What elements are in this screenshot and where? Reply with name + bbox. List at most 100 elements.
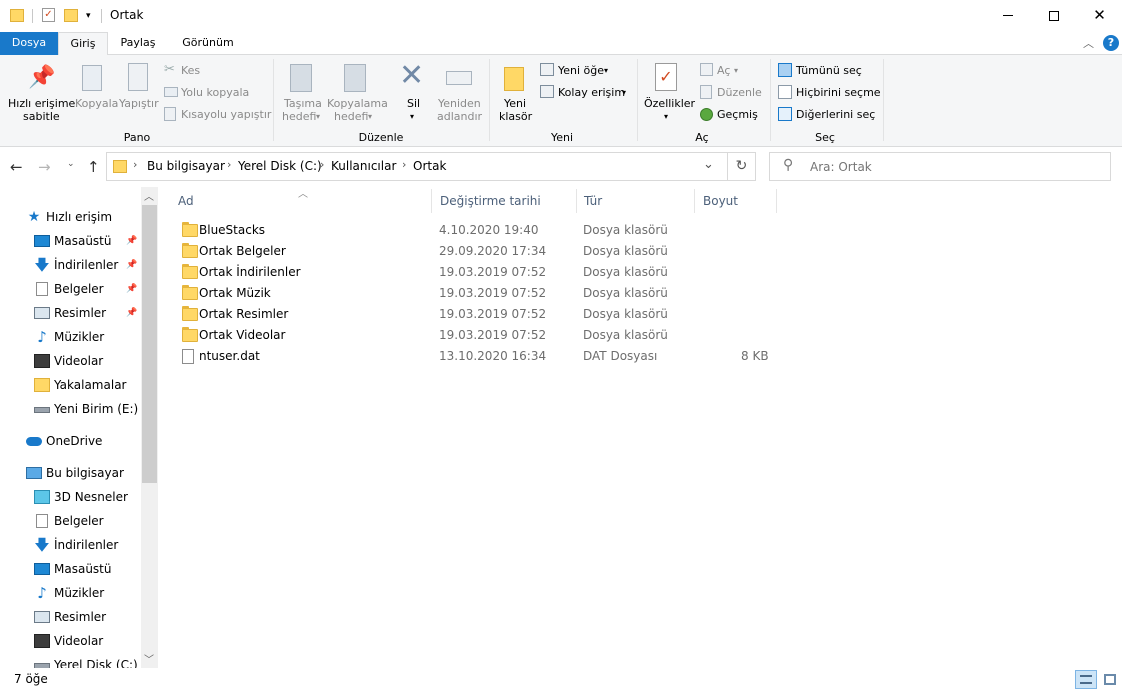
divider[interactable]	[694, 189, 695, 213]
select-all-button[interactable]: Tümünü seç	[776, 62, 876, 80]
file-row[interactable]: Ortak Resimler 19.03.2019 07:52 Dosya klas…	[176, 304, 776, 325]
chevron-right-icon[interactable]: ›	[133, 158, 137, 171]
3d-objects-icon	[34, 490, 50, 504]
details-view-button[interactable]	[1075, 670, 1097, 689]
pin-icon[interactable]: 📌	[126, 301, 137, 325]
column-header-type[interactable]: Tür	[584, 187, 684, 215]
select-none-icon	[778, 85, 792, 99]
chevron-right-icon[interactable]: ›	[402, 158, 406, 171]
copy-to-button[interactable]: Kopyalama hedefi ▾	[326, 59, 388, 127]
pin-icon[interactable]: 📌	[126, 229, 137, 253]
sidebar-item-quick-1[interactable]: 🡇 İndirilenler 📌	[0, 253, 140, 277]
back-icon[interactable]: ←	[10, 158, 23, 176]
pin-quick-access-button[interactable]: 📌 Hızlı erişime sabitle	[4, 59, 75, 127]
paste-button[interactable]: Yapıştır	[118, 59, 159, 127]
history-button[interactable]: Geçmiş	[698, 106, 764, 124]
pin-icon[interactable]: 📌	[126, 277, 137, 301]
tab-gorunum[interactable]: Görünüm	[170, 32, 246, 55]
sidebar-item-label: Hızlı erişim	[46, 210, 113, 224]
scroll-down-icon[interactable]: ﹀	[144, 651, 154, 666]
tab-dosya[interactable]: Dosya	[0, 32, 58, 55]
minimize-button[interactable]	[985, 0, 1031, 32]
forward-icon[interactable]: →	[38, 158, 51, 176]
sidebar-item-quick-4[interactable]: ♪ Müzikler	[0, 325, 140, 349]
column-header-date[interactable]: Değiştirme tarihi	[440, 187, 570, 215]
address-dropdown-icon[interactable]: ⌄	[703, 157, 714, 172]
sidebar-item-label: Bu bilgisayar	[46, 466, 124, 480]
select-none-button[interactable]: Hiçbirini seçme	[776, 84, 881, 102]
close-button[interactable]: ✕	[1077, 0, 1122, 32]
new-folder-icon[interactable]	[64, 9, 78, 22]
properties-icon[interactable]: ✓	[42, 8, 55, 22]
help-icon[interactable]: ?	[1103, 35, 1119, 51]
sidebar-item-pc-1[interactable]: Belgeler	[0, 509, 140, 533]
sidebar-item-this-pc[interactable]: Bu bilgisayar	[0, 461, 140, 485]
sidebar-item-quick-access[interactable]: ★ Hızlı erişim	[0, 205, 140, 229]
sidebar-item-quick-7[interactable]: Yeni Birim (E:)	[0, 397, 140, 421]
sidebar-item-onedrive[interactable]: OneDrive	[0, 429, 140, 453]
delete-button[interactable]: ✕ Sil ▾	[394, 59, 432, 127]
file-row[interactable]: ntuser.dat 13.10.2020 16:34 DAT Dosyası 8 K…	[176, 346, 776, 367]
collapse-ribbon-icon[interactable]: ︿	[1083, 35, 1094, 51]
recent-locations-icon[interactable]: ⌄	[67, 159, 75, 169]
divider	[32, 9, 33, 23]
new-item-button[interactable]: Yeni öğe ▾	[538, 62, 628, 80]
new-folder-button[interactable]: Yeni klasör	[494, 59, 534, 127]
sidebar-item-quick-2[interactable]: Belgeler 📌	[0, 277, 140, 301]
file-row[interactable]: Ortak İndirilenler 19.03.2019 07:52 Dosya …	[176, 262, 776, 283]
folder-icon	[34, 378, 50, 392]
rename-button[interactable]: Yeniden adlandır	[434, 59, 484, 127]
refresh-button[interactable]: ↻	[728, 152, 756, 181]
paste-shortcut-button[interactable]: Kısayolu yapıştır	[162, 106, 271, 124]
sidebar-item-pc-2[interactable]: 🡇 İndirilenler	[0, 533, 140, 557]
chevron-right-icon[interactable]: ›	[320, 158, 324, 171]
divider[interactable]	[431, 189, 432, 213]
invert-selection-button[interactable]: Diğerlerini seç	[776, 106, 880, 124]
sidebar-item-pc-3[interactable]: Masaüstü	[0, 557, 140, 581]
large-icons-view-button[interactable]	[1100, 670, 1120, 689]
scroll-up-icon[interactable]: ︿	[144, 188, 154, 203]
sidebar-item-quick-5[interactable]: Videolar	[0, 349, 140, 373]
copy-button[interactable]: Kopyala	[74, 59, 118, 127]
breadcrumb-current[interactable]: Ortak	[413, 159, 446, 173]
breadcrumb-users[interactable]: Kullanıcılar	[331, 159, 396, 173]
sidebar-item-quick-6[interactable]: Yakalamalar	[0, 373, 140, 397]
move-to-button[interactable]: Taşıma hedefi ▾	[278, 59, 324, 127]
easy-access-button[interactable]: Kolay erişim ▾	[538, 84, 634, 102]
scrollbar-thumb[interactable]	[142, 205, 157, 483]
music-icon: ♪	[37, 584, 47, 602]
sidebar-item-pc-4[interactable]: ♪ Müzikler	[0, 581, 140, 605]
sidebar-item-pc-0[interactable]: 3D Nesneler	[0, 485, 140, 509]
chevron-down-icon[interactable]: ▾	[86, 6, 91, 26]
tab-paylas[interactable]: Paylaş	[110, 32, 166, 55]
breadcrumb-local-disk[interactable]: Yerel Disk (C:)	[238, 159, 322, 173]
sidebar-item-quick-0[interactable]: Masaüstü 📌	[0, 229, 140, 253]
sidebar-item-quick-3[interactable]: Resimler 📌	[0, 301, 140, 325]
divider[interactable]	[776, 189, 777, 213]
open-button[interactable]: Aç ▾	[698, 62, 764, 80]
file-row[interactable]: BlueStacks 4.10.2020 19:40 Dosya klasörü	[176, 220, 776, 241]
file-row[interactable]: Ortak Müzik 19.03.2019 07:52 Dosya klasörü	[176, 283, 776, 304]
search-input[interactable]	[810, 157, 1100, 176]
copy-path-button[interactable]: Yolu kopyala	[162, 84, 262, 102]
cut-button[interactable]: ✂ Kes	[162, 62, 262, 80]
properties-button[interactable]: ✓ Özellikler ▾	[641, 59, 695, 127]
sidebar-scrollbar[interactable]: ︿ ﹀	[141, 187, 158, 668]
maximize-button[interactable]	[1031, 0, 1077, 32]
edit-button[interactable]: Düzenle	[698, 84, 764, 102]
sidebar-item-pc-5[interactable]: Resimler	[0, 605, 140, 629]
chevron-right-icon[interactable]: ›	[227, 158, 231, 171]
up-icon[interactable]: ↑	[87, 158, 100, 176]
column-header-size[interactable]: Boyut	[703, 187, 773, 215]
divider[interactable]	[576, 189, 577, 213]
address-bar[interactable]: › Bu bilgisayar › Yerel Disk (C:) › Kull…	[106, 152, 728, 181]
tab-giris[interactable]: Giriş	[58, 32, 108, 56]
file-row[interactable]: Ortak Videolar 19.03.2019 07:52 Dosya klas…	[176, 325, 776, 346]
pin-icon[interactable]: 📌	[126, 253, 137, 277]
navigation-pane: ★ Hızlı erişim Masaüstü 📌 🡇 İndirilenler 📌 Belg…	[0, 187, 158, 672]
search-box[interactable]: ⚲	[769, 152, 1111, 181]
sidebar-item-pc-6[interactable]: Videolar	[0, 629, 140, 653]
column-header-name[interactable]: Ad	[178, 187, 428, 215]
breadcrumb-this-pc[interactable]: Bu bilgisayar	[147, 159, 225, 173]
file-row[interactable]: Ortak Belgeler 29.09.2020 17:34 Dosya klas…	[176, 241, 776, 262]
